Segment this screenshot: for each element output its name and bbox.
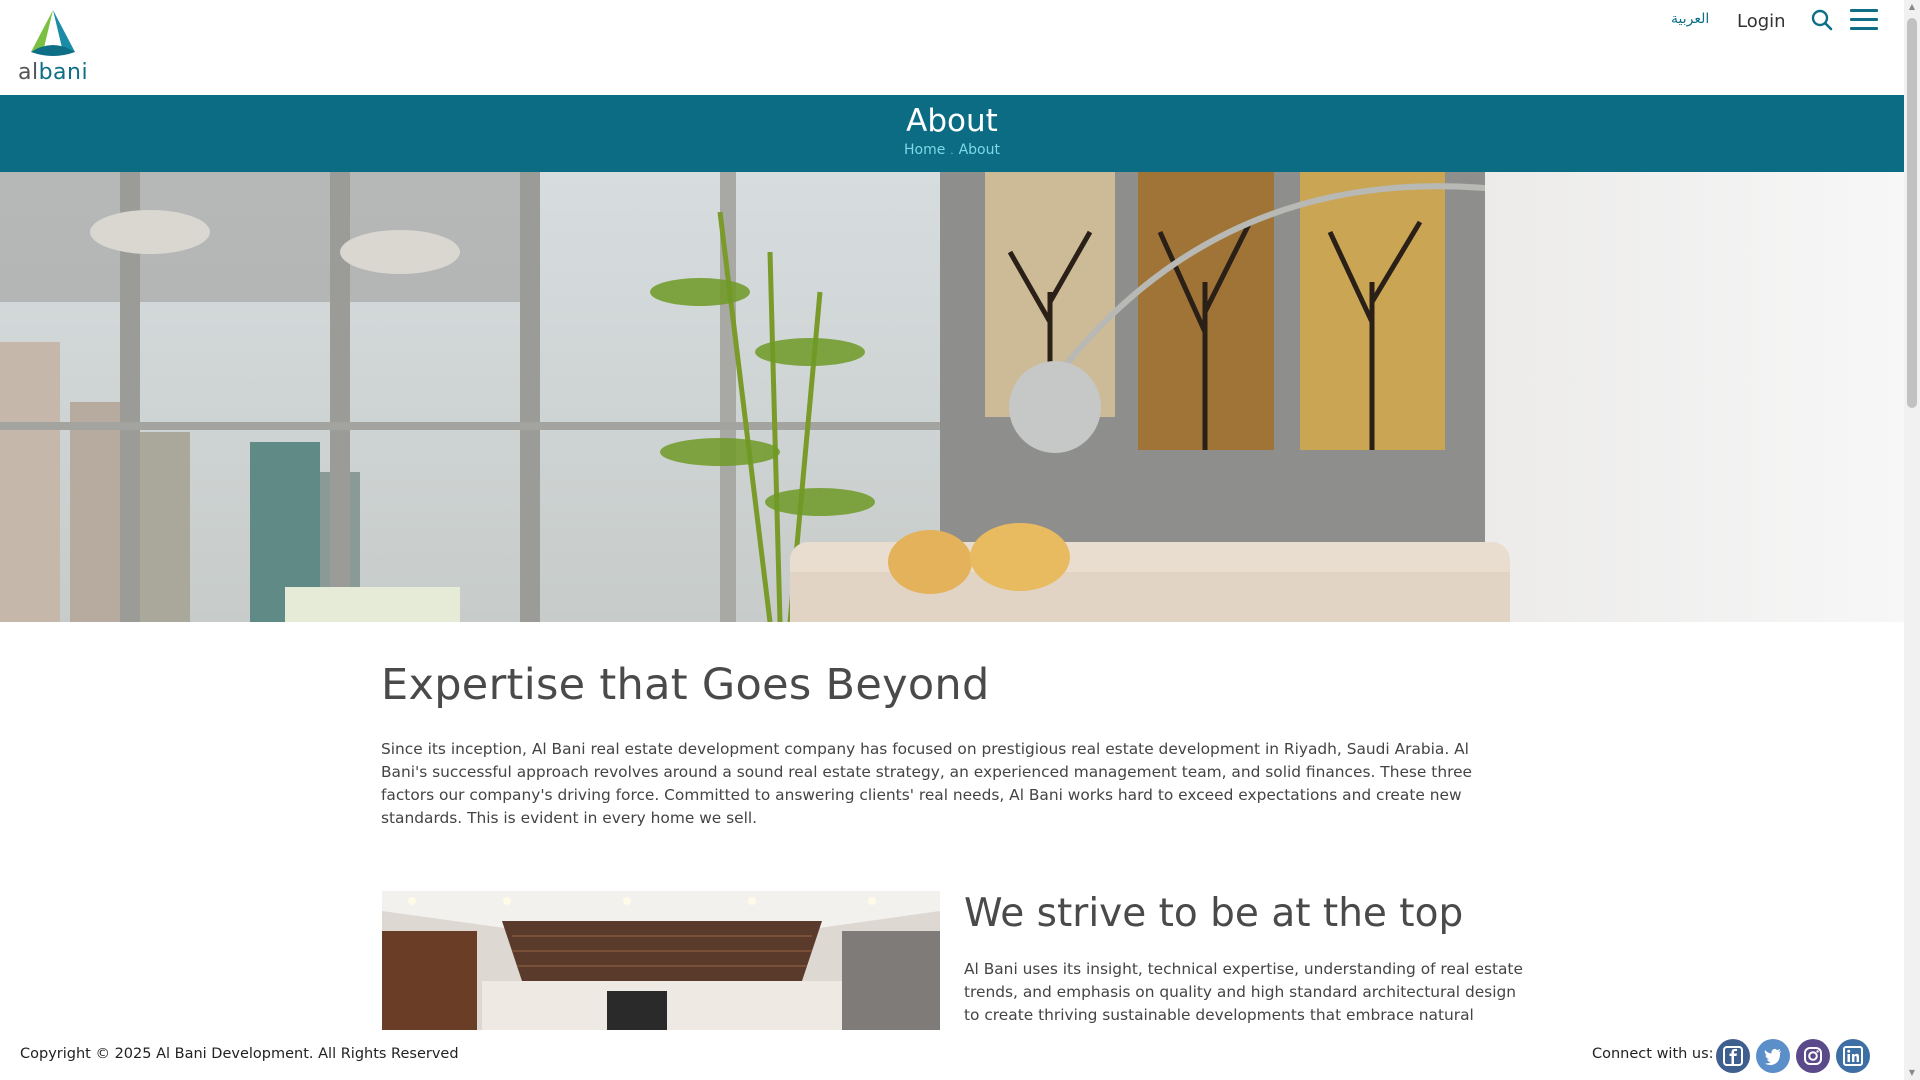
logo-triangle-icon bbox=[31, 10, 75, 56]
scroll-up-arrow-icon[interactable]: ▲ bbox=[1907, 2, 1917, 12]
vertical-scrollbar[interactable]: ▲ ▼ bbox=[1904, 0, 1920, 1080]
search-icon[interactable] bbox=[1810, 8, 1836, 34]
breadcrumb-current: About bbox=[958, 142, 1000, 158]
section-heading: Expertise that Goes Beyond bbox=[381, 660, 990, 710]
breadcrumb-separator: . bbox=[950, 146, 954, 157]
copyright-text: Copyright © 2025 Al Bani Development. Al… bbox=[20, 1046, 459, 1062]
site-footer: Copyright © 2025 Al Bani Development. Al… bbox=[0, 1030, 1904, 1080]
hero-image bbox=[0, 172, 1904, 622]
main-content: Expertise that Goes Beyond Since its inc… bbox=[381, 660, 1523, 1047]
facebook-icon[interactable] bbox=[1716, 1039, 1750, 1073]
intro-paragraph: Since its inception, Al Bani real estate… bbox=[381, 740, 1473, 827]
breadcrumb-home-link[interactable]: Home bbox=[904, 142, 945, 158]
login-link[interactable]: Login bbox=[1737, 11, 1786, 32]
connect-label: Connect with us: bbox=[1592, 1046, 1714, 1062]
linkedin-icon[interactable] bbox=[1836, 1039, 1870, 1073]
instagram-icon[interactable] bbox=[1796, 1039, 1830, 1073]
hamburger-menu-icon[interactable] bbox=[1850, 9, 1878, 31]
scroll-down-arrow-icon[interactable]: ▼ bbox=[1907, 1068, 1917, 1078]
strive-section: We strive to be at the top Al Bani uses … bbox=[381, 891, 1523, 1047]
site-header: albani العربية Login bbox=[0, 0, 1904, 95]
scrollbar-thumb[interactable] bbox=[1907, 18, 1917, 408]
language-switch-link[interactable]: العربية bbox=[1671, 11, 1709, 27]
logo-wordmark: albani bbox=[18, 60, 89, 85]
page-title: About bbox=[906, 103, 998, 139]
page-title-banner: About Home. About bbox=[0, 95, 1904, 172]
strive-heading: We strive to be at the top bbox=[964, 891, 1464, 936]
strive-text-block: We strive to be at the top Al Bani uses … bbox=[964, 891, 1524, 1050]
twitter-icon[interactable] bbox=[1756, 1039, 1790, 1073]
albani-logo[interactable]: albani bbox=[18, 8, 89, 85]
breadcrumb: Home. About bbox=[0, 142, 1904, 158]
interior-room-image bbox=[382, 891, 940, 1031]
